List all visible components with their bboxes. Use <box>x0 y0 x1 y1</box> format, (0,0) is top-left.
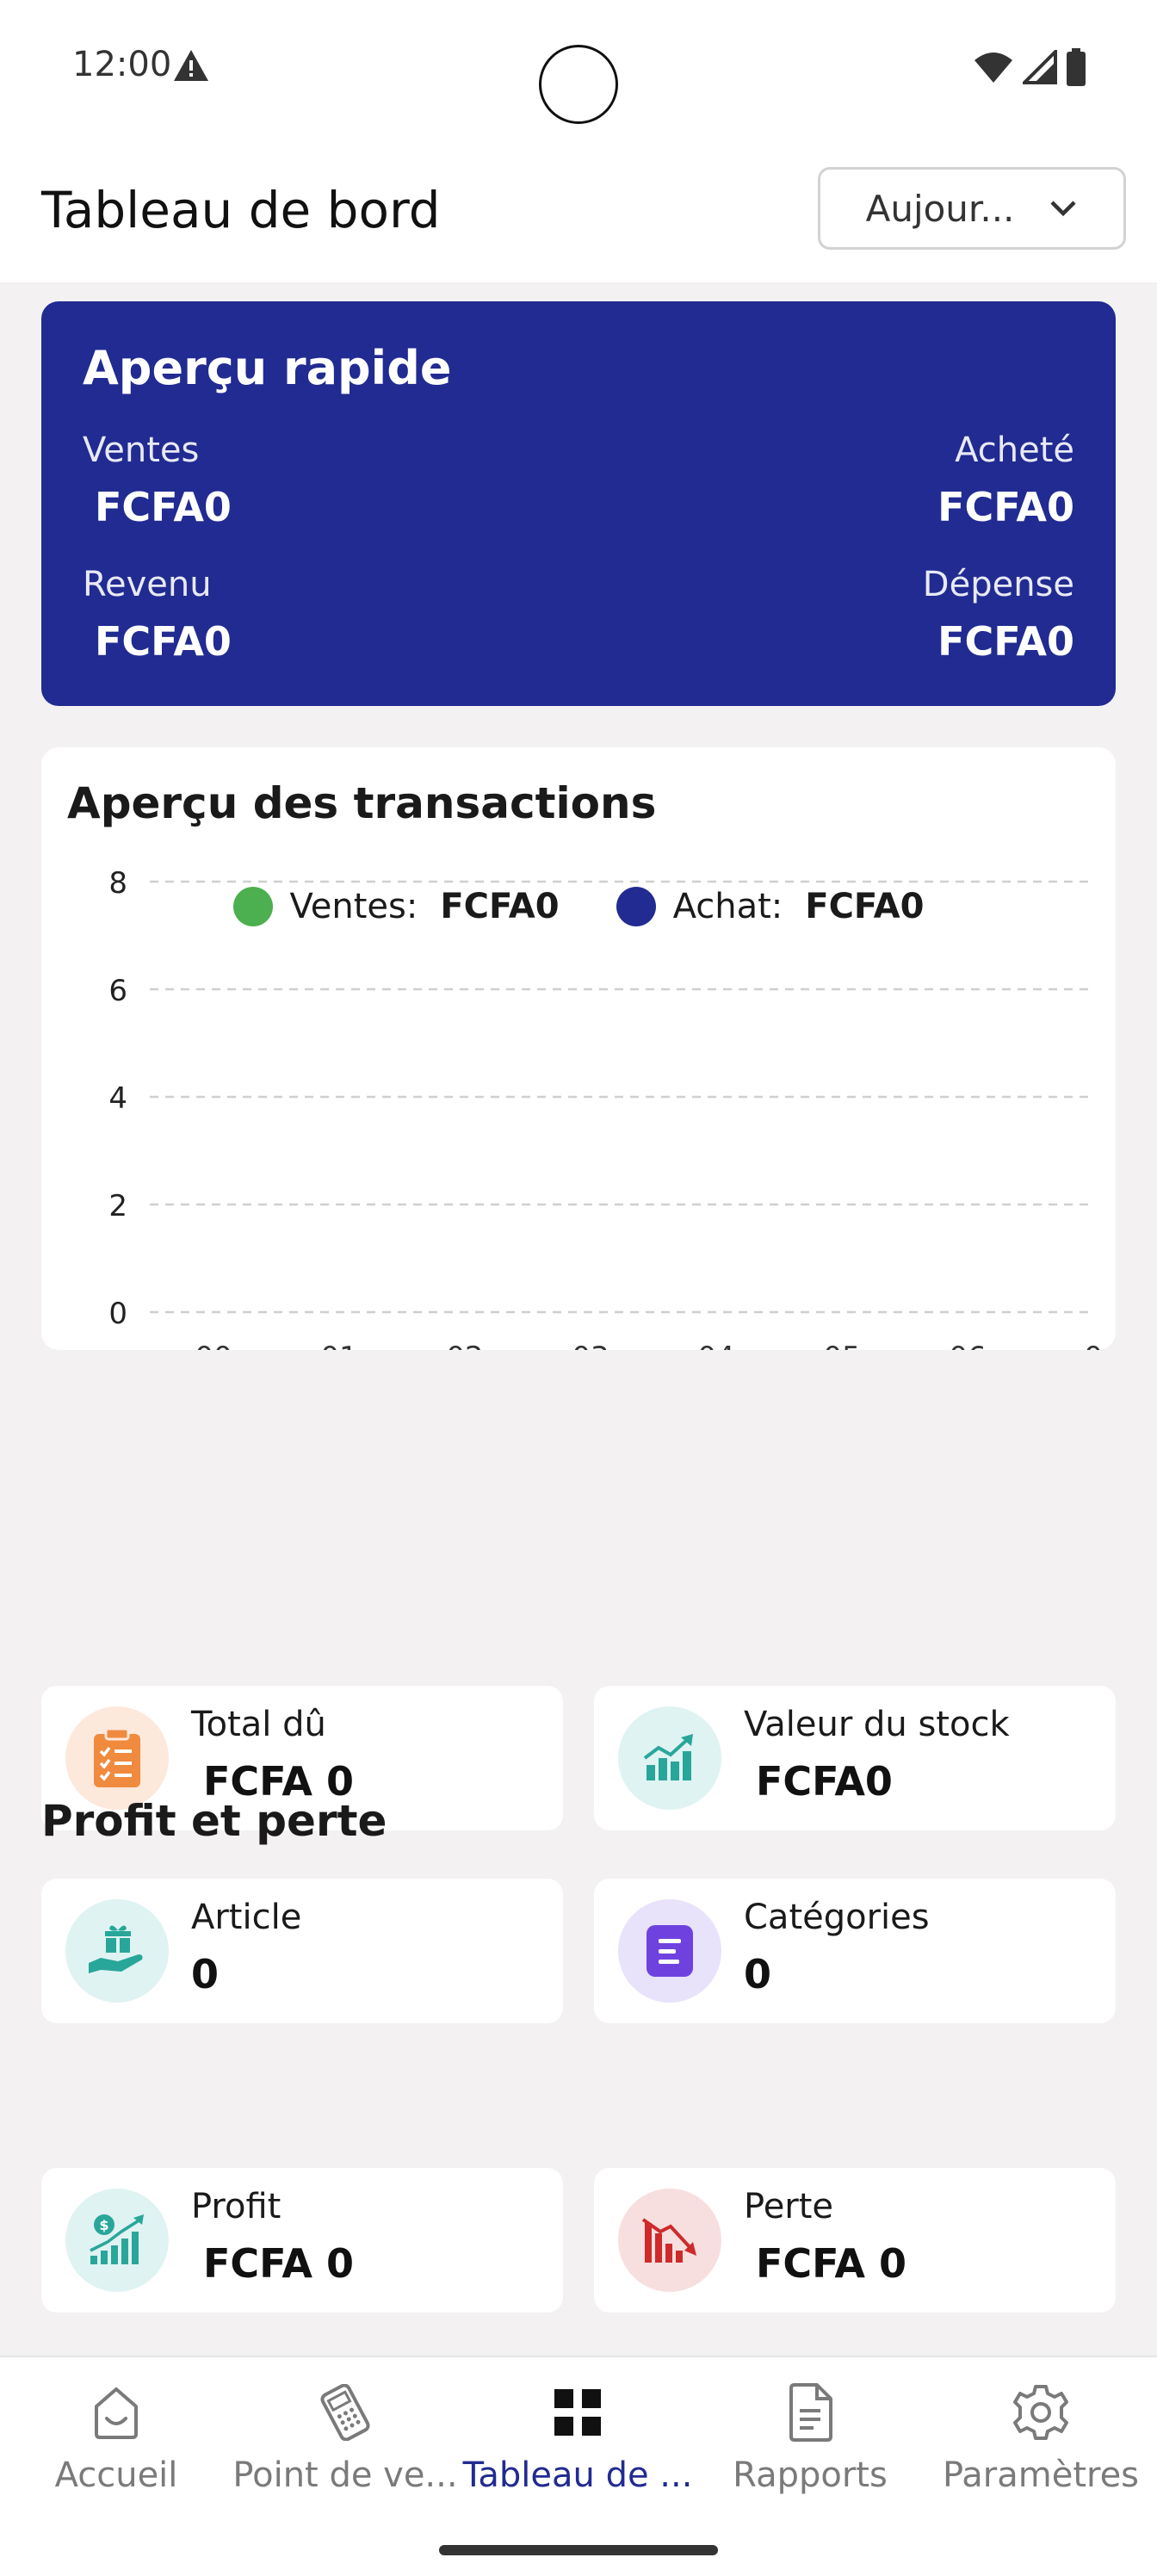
bought-value: FCFA0 <box>937 484 1074 530</box>
x-tick-label: 03 <box>572 1341 609 1350</box>
document-icon <box>776 2378 845 2447</box>
profit-card[interactable]: $ Profit FCFA 0 <box>41 2168 563 2313</box>
gear-icon <box>1006 2378 1075 2447</box>
chevron-down-icon <box>1050 201 1076 217</box>
stock-value-card[interactable]: Valeur du stock FCFA0 <box>594 1686 1116 1830</box>
expense-label: Dépense <box>922 565 1074 604</box>
x-tick-label: 06 <box>949 1341 986 1350</box>
x-tick-label: 0 <box>1084 1341 1103 1350</box>
app-header: Tableau de bord Aujour... <box>0 138 1157 282</box>
bottom-navigation: Accueil Point de ve... Tableau de ... Ra… <box>0 2356 1157 2576</box>
camera-cutout <box>539 45 618 124</box>
home-indicator[interactable] <box>439 2545 718 2555</box>
sales-label: Ventes <box>83 430 200 470</box>
dashboard-content[interactable]: Aperçu rapide Ventes FCFA0 Acheté FCFA0 … <box>0 282 1157 2356</box>
nav-item-pos[interactable]: Point de ve... <box>229 2378 461 2495</box>
loss-card[interactable]: Perte FCFA 0 <box>594 2168 1116 2313</box>
loss-value: FCFA 0 <box>756 2240 906 2287</box>
x-tick-label: 04 <box>697 1341 734 1350</box>
quick-overview-title: Aperçu rapide <box>83 341 452 395</box>
total-due-label: Total dû <box>191 1705 326 1744</box>
categories-label: Catégories <box>744 1898 930 1937</box>
status-bar: 12:00 <box>0 0 1157 138</box>
nav-label-home: Accueil <box>54 2455 178 2495</box>
grid-icon <box>543 2378 612 2447</box>
sales-value: FCFA0 <box>95 484 232 530</box>
nav-label-pos: Point de ve... <box>232 2455 458 2495</box>
signal-icon <box>1023 50 1057 84</box>
x-tick-label: 00 <box>195 1341 232 1350</box>
list-icon <box>618 1899 721 2003</box>
svg-text:$: $ <box>99 2217 108 2233</box>
nav-item-settings[interactable]: Paramètres <box>925 2378 1157 2495</box>
warning-icon <box>174 50 208 81</box>
home-icon <box>82 2378 151 2447</box>
growth-chart-icon <box>618 1706 721 1810</box>
clipboard-icon <box>65 1706 169 1810</box>
transactions-chart: 02468000102030405060 <box>108 866 1103 1350</box>
status-time: 12:00 <box>72 45 172 84</box>
battery-icon <box>1067 48 1086 86</box>
article-value: 0 <box>191 1951 220 1997</box>
bought-label: Acheté <box>955 430 1074 470</box>
wifi-icon <box>974 53 1012 83</box>
article-card[interactable]: Article 0 <box>41 1879 563 2023</box>
transactions-card: Aperçu des transactions Ventes: FCFA0 Ac… <box>41 747 1116 1350</box>
y-tick-label: 0 <box>108 1297 127 1331</box>
article-label: Article <box>191 1898 302 1937</box>
nav-item-reports[interactable]: Rapports <box>694 2378 926 2495</box>
y-tick-label: 4 <box>108 1081 127 1116</box>
nav-label-settings: Paramètres <box>942 2455 1140 2495</box>
categories-value: 0 <box>744 1951 772 1997</box>
revenue-value: FCFA0 <box>95 618 232 665</box>
x-tick-label: 01 <box>320 1341 357 1350</box>
nav-label-reports: Rapports <box>733 2455 888 2495</box>
y-tick-label: 2 <box>108 1189 127 1223</box>
stock-value-value: FCFA0 <box>756 1758 893 1805</box>
loss-chart-icon <box>618 2189 721 2292</box>
quick-overview-card: Aperçu rapide Ventes FCFA0 Acheté FCFA0 … <box>41 301 1116 706</box>
gift-hand-icon <box>65 1899 169 2003</box>
nav-label-dashboard: Tableau de ... <box>462 2455 693 2495</box>
expense-value: FCFA0 <box>937 618 1074 665</box>
x-tick-label: 05 <box>823 1341 860 1350</box>
page-title: Tableau de bord <box>41 181 441 239</box>
x-tick-label: 02 <box>446 1341 483 1350</box>
profit-value: FCFA 0 <box>203 2240 354 2287</box>
period-dropdown[interactable]: Aujour... <box>818 167 1126 250</box>
nav-item-dashboard[interactable]: Tableau de ... <box>461 2378 694 2495</box>
profit-label: Profit <box>191 2187 282 2226</box>
card-terminal-icon <box>311 2378 380 2447</box>
loss-label: Perte <box>744 2187 834 2226</box>
y-tick-label: 6 <box>108 974 127 1008</box>
period-dropdown-label: Aujour... <box>865 187 1015 230</box>
stock-value-label: Valeur du stock <box>744 1705 1010 1744</box>
revenue-label: Revenu <box>83 565 212 604</box>
profit-chart-icon: $ <box>65 2189 169 2292</box>
profit-loss-title: Profit et perte <box>41 1796 387 1846</box>
nav-item-home[interactable]: Accueil <box>0 2378 232 2495</box>
y-tick-label: 8 <box>108 866 127 901</box>
categories-card[interactable]: Catégories 0 <box>594 1879 1116 2023</box>
